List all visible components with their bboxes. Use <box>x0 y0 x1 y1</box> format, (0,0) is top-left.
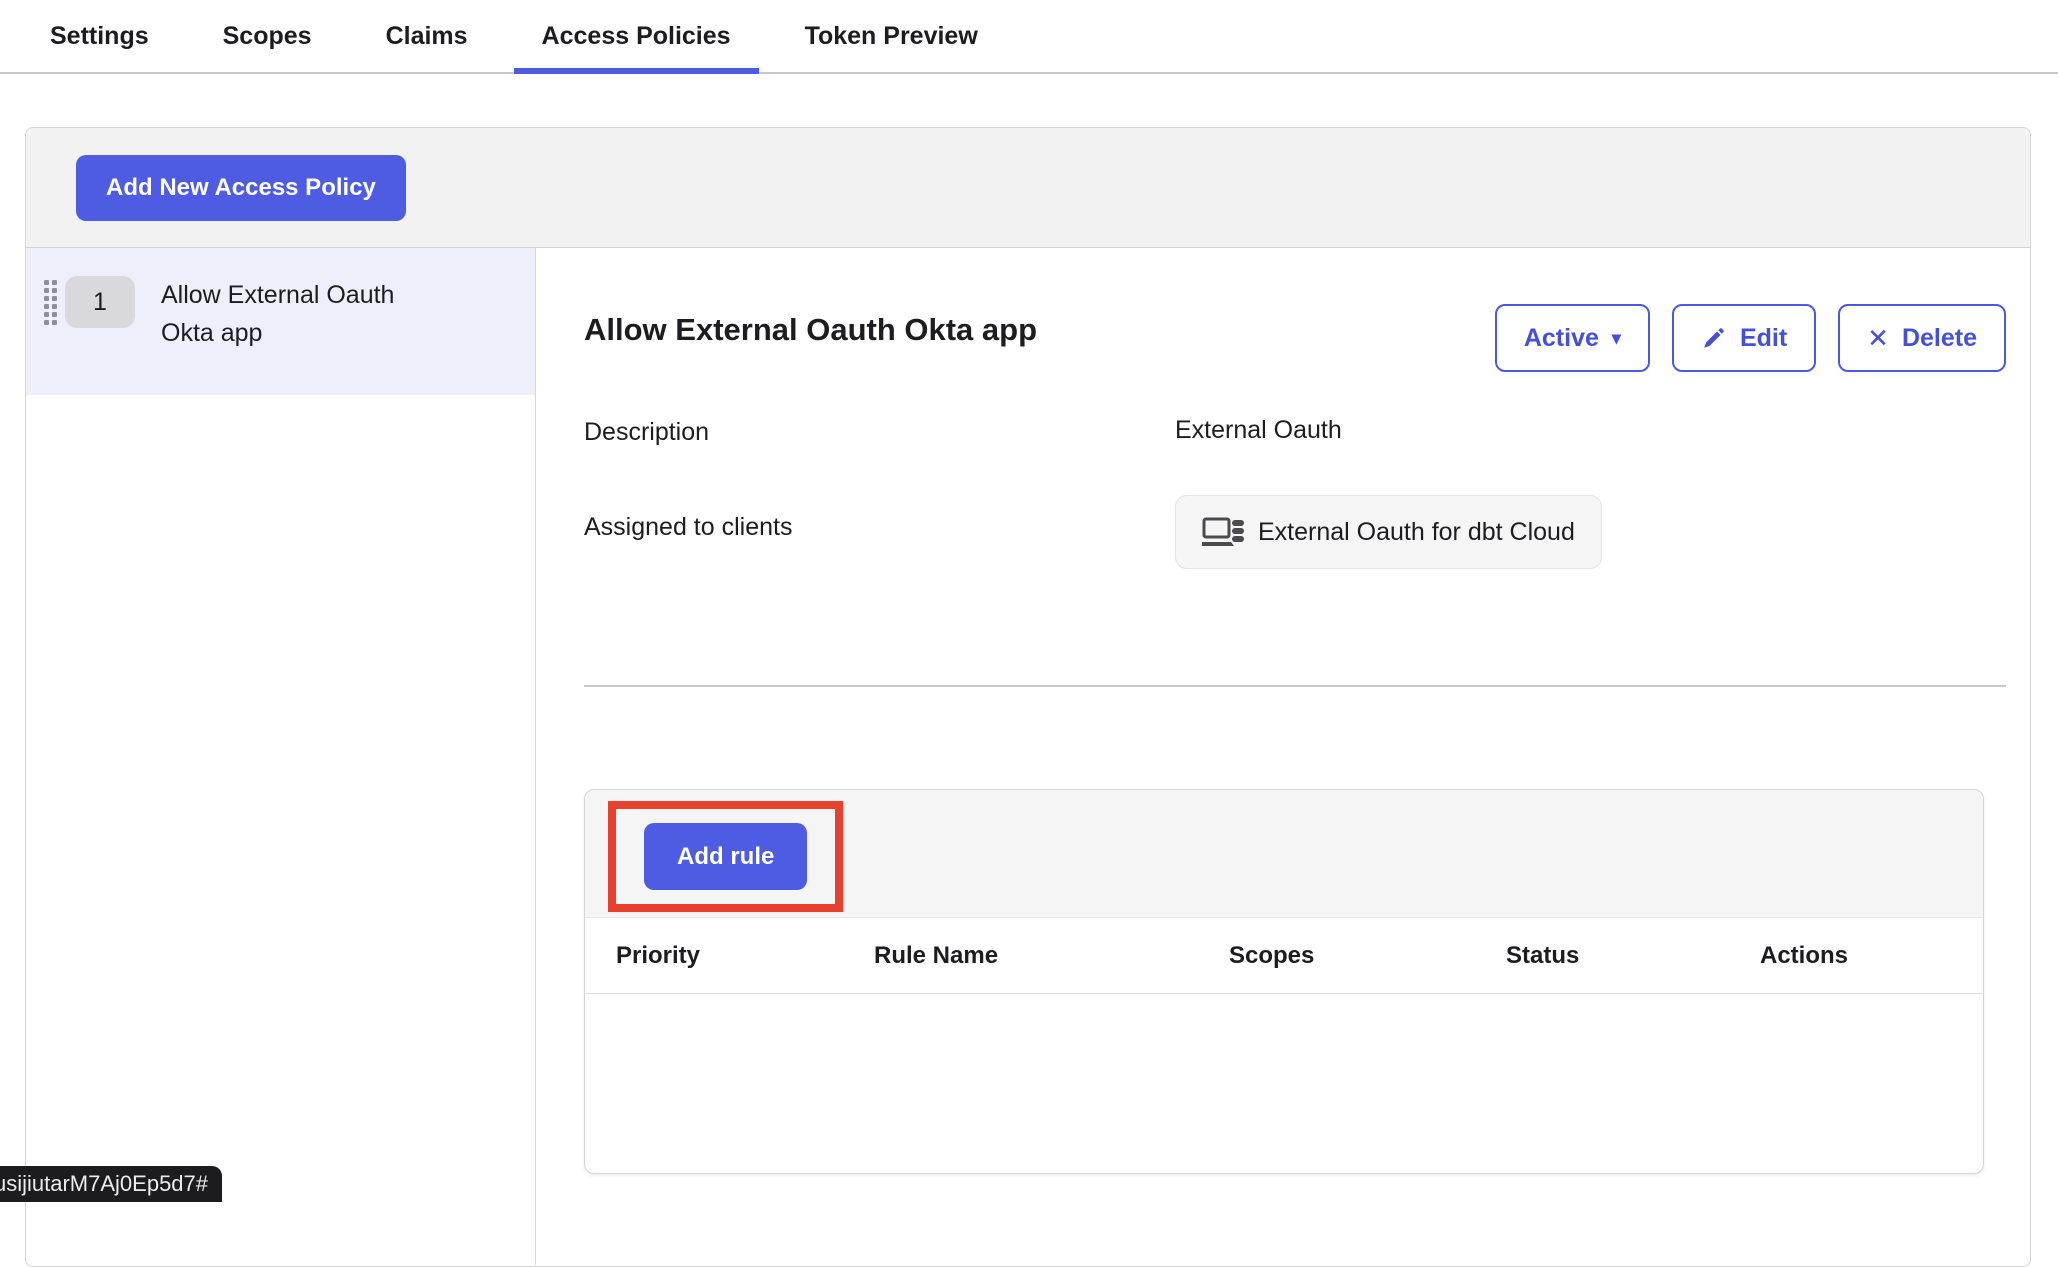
delete-button[interactable]: ✕ Delete <box>1838 304 2006 372</box>
caret-down-icon: ▾ <box>1612 329 1621 347</box>
policy-list-item-selected[interactable]: 1 Allow External Oauth Okta app <box>26 248 535 395</box>
tab-access-policies[interactable]: Access Policies <box>514 0 759 72</box>
client-chip[interactable]: External Oauth for dbt Cloud <box>1175 495 1602 569</box>
policy-priority-badge: 1 <box>65 276 135 328</box>
section-divider <box>584 685 2006 687</box>
add-new-access-policy-button[interactable]: Add New Access Policy <box>76 155 406 221</box>
tab-label: Access Policies <box>542 22 731 51</box>
tab-settings[interactable]: Settings <box>22 0 177 72</box>
status-label: Active <box>1524 324 1599 353</box>
column-actions: Actions <box>1760 942 1983 970</box>
client-chip-label: External Oauth for dbt Cloud <box>1258 518 1575 547</box>
policy-title: Allow External Oauth Okta app <box>584 304 1037 348</box>
tab-label: Claims <box>386 22 468 51</box>
assigned-clients-cell: External Oauth for dbt Cloud <box>1175 495 1602 569</box>
x-icon: ✕ <box>1867 325 1889 351</box>
policy-detail: Allow External Oauth Okta app Active ▾ <box>536 248 2030 1265</box>
tab-token-preview[interactable]: Token Preview <box>777 0 1006 72</box>
add-rule-button[interactable]: Add rule <box>644 823 807 890</box>
pencil-icon <box>1701 325 1727 351</box>
tab-label: Token Preview <box>805 22 978 51</box>
status-dropdown-button[interactable]: Active ▾ <box>1495 304 1650 372</box>
tab-label: Settings <box>50 22 149 51</box>
description-value: External Oauth <box>1175 416 2006 445</box>
red-highlight-box: Add rule <box>608 801 843 912</box>
rules-table-header: Priority Rule Name Scopes Status Actions <box>585 918 1983 994</box>
edit-label: Edit <box>1740 324 1787 353</box>
tab-bar: Settings Scopes Claims Access Policies T… <box>0 0 2058 74</box>
column-scopes: Scopes <box>1229 942 1506 970</box>
tab-scopes[interactable]: Scopes <box>195 0 340 72</box>
link-status-tooltip: usijiutarM7Aj0Ep5d7# <box>0 1166 222 1202</box>
column-status: Status <box>1506 942 1760 970</box>
policy-action-buttons: Active ▾ Edit ✕ De <box>1495 304 2006 372</box>
column-rule-name: Rule Name <box>874 942 1229 970</box>
rules-card-header: Add rule <box>585 790 1983 918</box>
description-label: Description <box>584 416 1175 447</box>
column-priority: Priority <box>616 942 874 970</box>
panel-body: 1 Allow External Oauth Okta app Allow Ex… <box>26 248 2030 1265</box>
tab-claims[interactable]: Claims <box>358 0 496 72</box>
assigned-to-clients-label: Assigned to clients <box>584 495 1175 542</box>
link-status-text: usijiutarM7Aj0Ep5d7# <box>0 1171 208 1197</box>
policy-name-label: Allow External Oauth Okta app <box>161 276 413 352</box>
rules-card: Add rule Priority Rule Name Scopes Statu… <box>584 789 1984 1174</box>
policy-detail-header: Allow External Oauth Okta app Active ▾ <box>584 304 2006 372</box>
drag-handle-icon[interactable] <box>44 280 57 325</box>
policy-info-grid: Description External Oauth Assigned to c… <box>584 416 2006 569</box>
tab-label: Scopes <box>223 22 312 51</box>
panel-header: Add New Access Policy <box>26 128 2030 248</box>
client-app-icon <box>1202 514 1244 550</box>
delete-label: Delete <box>1902 324 1977 353</box>
access-policies-panel: Add New Access Policy 1 Allow External O… <box>25 127 2031 1267</box>
rules-table-body-empty <box>585 994 1983 1173</box>
policy-list-sidebar: 1 Allow External Oauth Okta app <box>26 248 536 1265</box>
edit-button[interactable]: Edit <box>1672 304 1816 372</box>
